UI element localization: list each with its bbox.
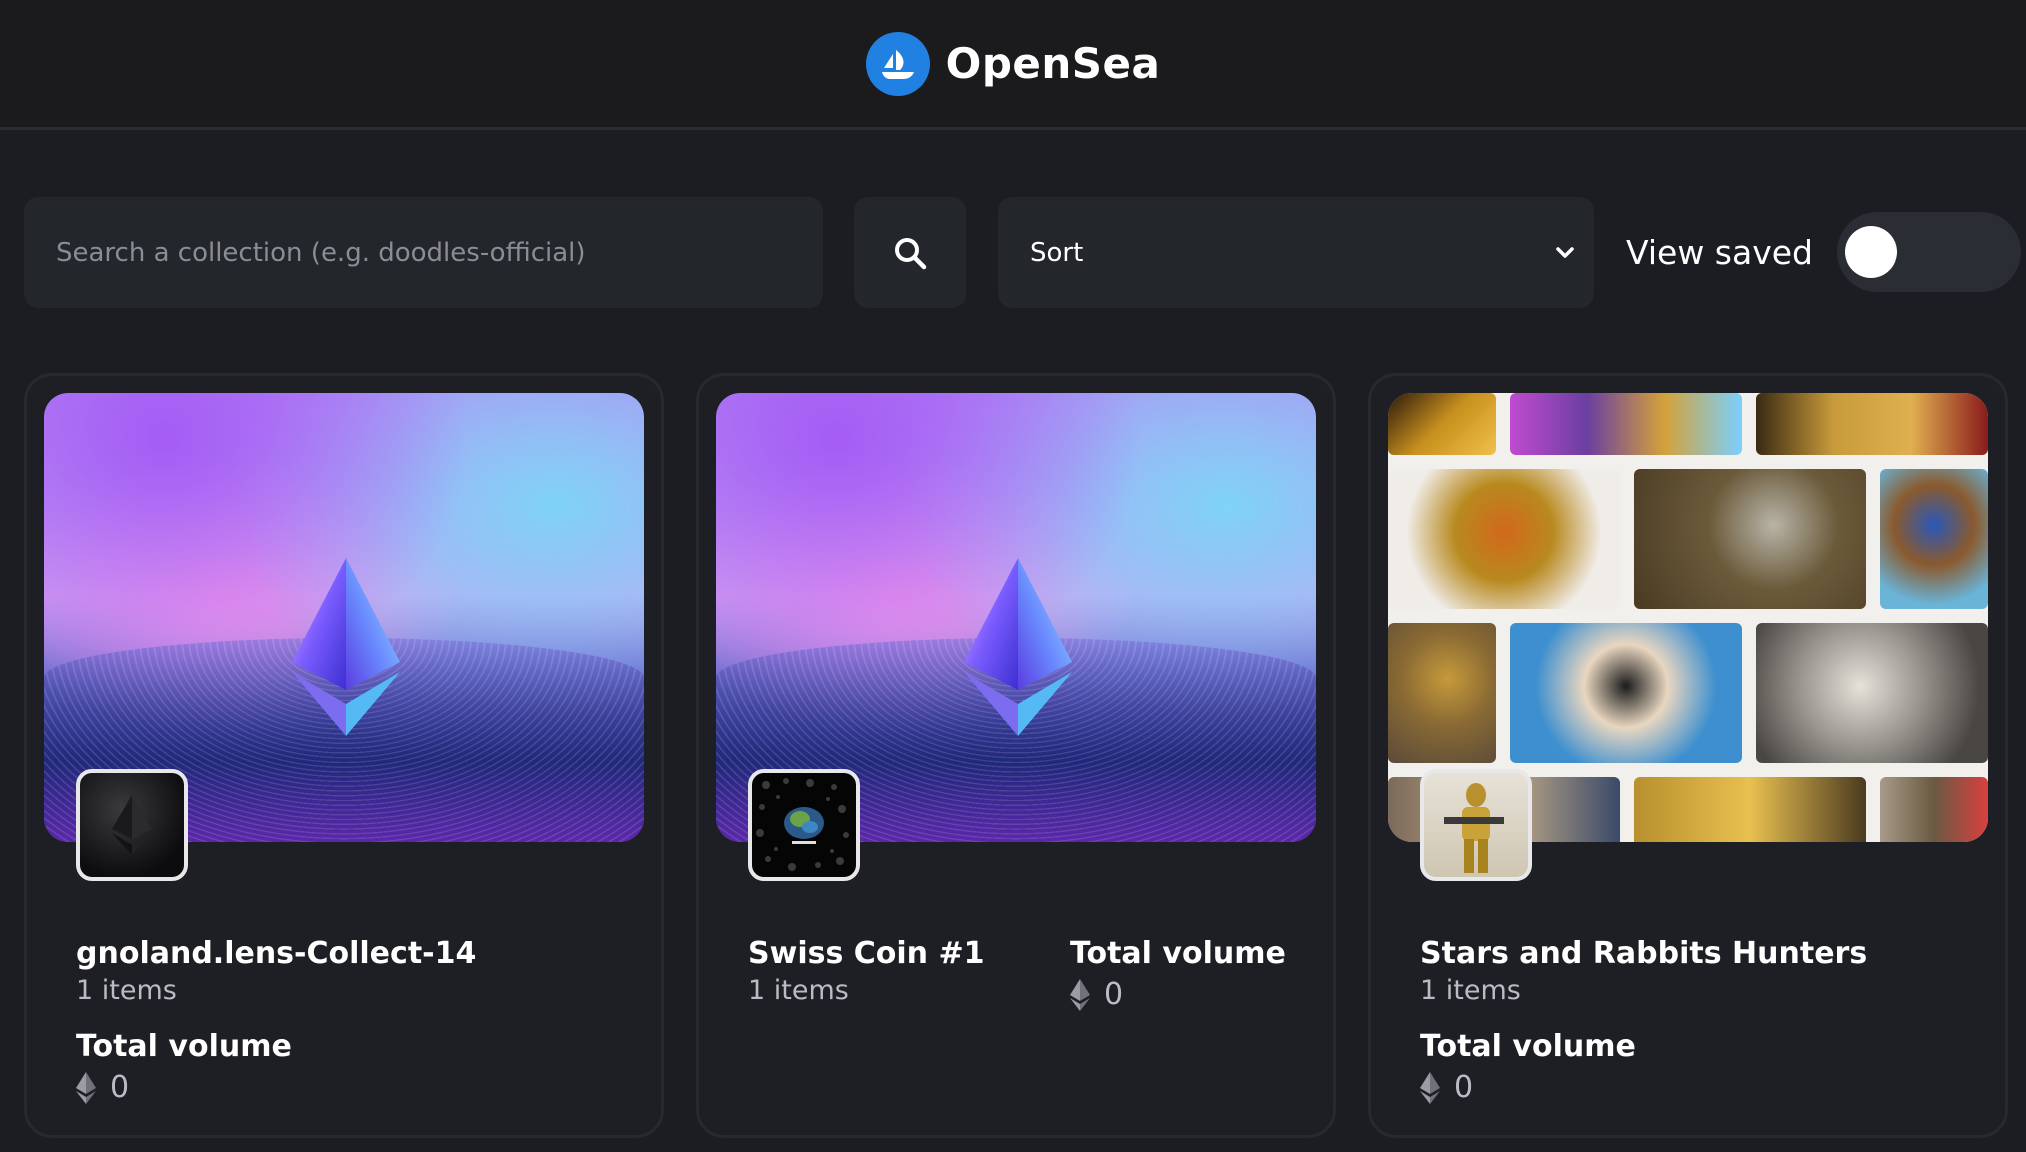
collection-name: gnoland.lens-Collect-14	[76, 936, 477, 971]
ethereum-icon	[76, 1071, 96, 1104]
ethereum-icon	[1070, 978, 1090, 1011]
total-volume: Total volume 0	[1070, 936, 1286, 1012]
view-saved-label: View saved	[1626, 232, 1813, 272]
total-volume-value: 0	[1454, 1070, 1474, 1105]
chevron-down-icon	[1556, 246, 1574, 258]
brand-name: OpenSea	[945, 39, 1161, 88]
view-saved: View saved	[1626, 212, 2021, 292]
total-volume-label: Total volume	[1070, 936, 1286, 971]
search-input[interactable]	[56, 237, 823, 268]
view-saved-toggle[interactable]	[1837, 212, 2021, 292]
collection-avatar	[76, 769, 188, 881]
ethereum-icon	[964, 558, 1072, 736]
total-volume-value: 0	[110, 1070, 130, 1105]
collection-name: Stars and Rabbits Hunters	[1420, 936, 1868, 971]
sort-select[interactable]: Sort	[998, 197, 1594, 308]
collection-card[interactable]: Stars and Rabbits Hunters 1 items Total …	[1368, 373, 2008, 1138]
total-volume-label: Total volume	[76, 1029, 292, 1064]
top-bar: OpenSea	[0, 0, 2026, 130]
total-volume: Total volume 0	[76, 1029, 292, 1105]
gold-trooper-image	[1444, 783, 1504, 873]
search-field[interactable]	[24, 197, 823, 308]
search-icon	[895, 237, 927, 269]
collection-name: Swiss Coin #1	[748, 936, 985, 971]
search-button[interactable]	[854, 197, 966, 308]
collection-item-count: 1 items	[748, 975, 849, 1006]
ethereum-icon	[1420, 1071, 1440, 1104]
opensea-logo-icon	[865, 31, 930, 96]
collection-item-count: 1 items	[1420, 975, 1521, 1006]
brand[interactable]: OpenSea	[865, 31, 1161, 96]
ethereum-icon	[112, 795, 152, 855]
coin-art-image	[756, 778, 849, 871]
collection-card[interactable]: gnoland.lens-Collect-14 1 items Total vo…	[24, 373, 664, 1138]
total-volume-label: Total volume	[1420, 1029, 1636, 1064]
collection-avatar	[748, 769, 860, 881]
collection-avatar	[1420, 769, 1532, 881]
total-volume-value: 0	[1104, 977, 1124, 1012]
collection-item-count: 1 items	[76, 975, 177, 1006]
collection-card[interactable]: Swiss Coin #1 1 items Total volume 0	[696, 373, 1336, 1138]
sort-selected-value: Sort	[1030, 237, 1084, 268]
ethereum-icon	[292, 558, 400, 736]
total-volume: Total volume 0	[1420, 1029, 1636, 1105]
toggle-knob	[1845, 226, 1897, 278]
